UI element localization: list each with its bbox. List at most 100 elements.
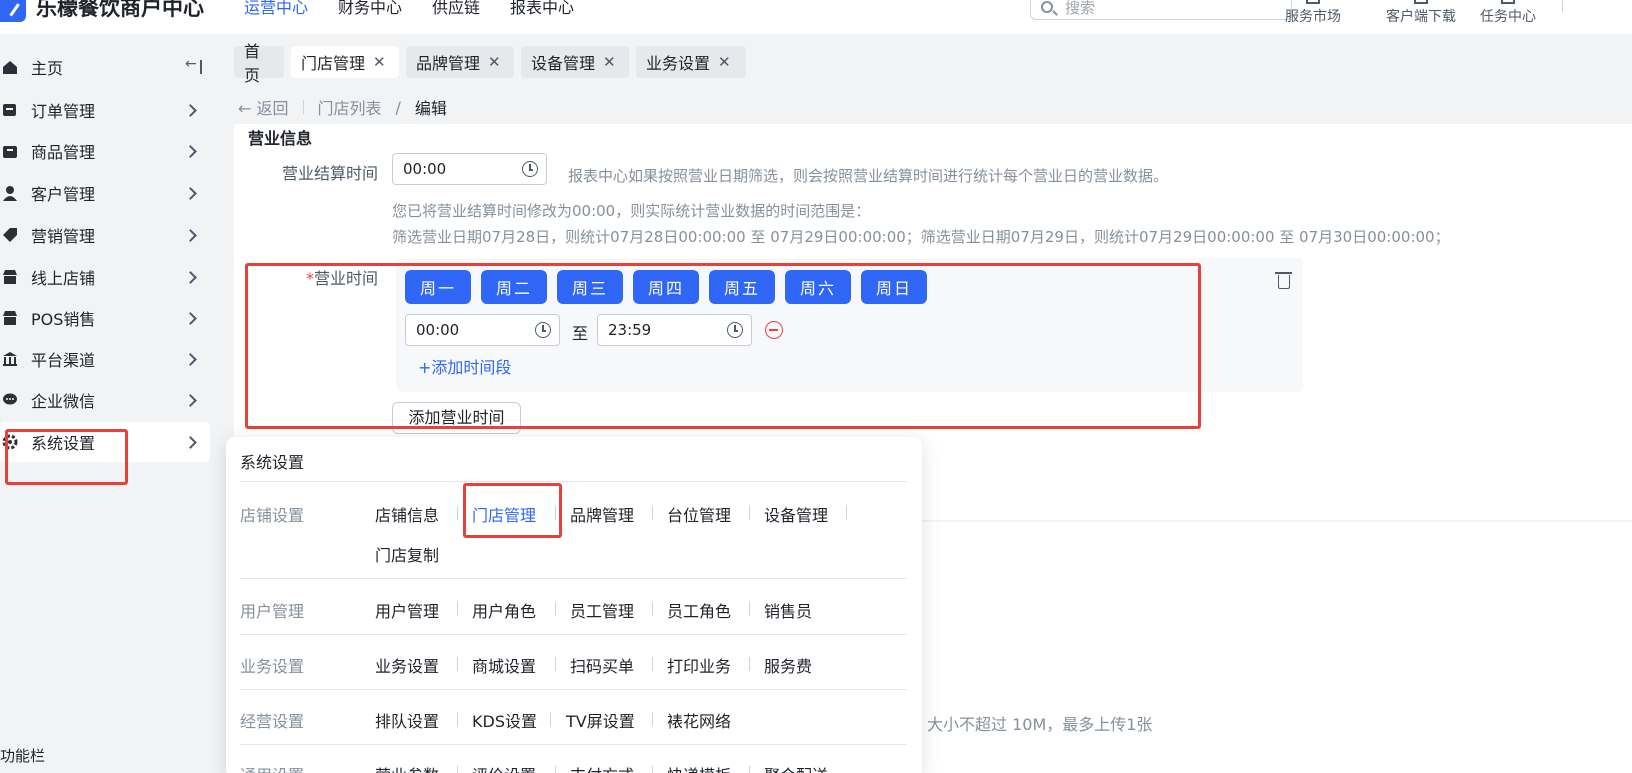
close-icon[interactable]: ✕	[373, 53, 386, 71]
client-download-link[interactable]: 客户端下载	[1386, 0, 1456, 26]
highlight-system-settings	[5, 429, 128, 485]
menu-separator	[555, 657, 556, 671]
menu-item-store-info[interactable]: 店铺信息	[375, 502, 439, 526]
menu-item-salesperson[interactable]: 销售员	[764, 598, 812, 622]
chevron-right-icon	[184, 186, 197, 200]
sidebar-item-pos[interactable]: POS销售	[0, 298, 210, 338]
collapse-sidebar-icon[interactable]	[185, 56, 202, 74]
tab-label: 业务设置	[646, 54, 711, 73]
menu-item-brand-management[interactable]: 品牌管理	[570, 502, 634, 526]
task-center-label: 任务中心	[1480, 9, 1536, 25]
sidebar-footer[interactable]: 功能栏	[0, 745, 45, 766]
service-market-link[interactable]: 服务市场	[1285, 0, 1341, 26]
store-icon	[1306, 0, 1320, 4]
breadcrumb-parent[interactable]: 门店列表	[318, 95, 382, 119]
menu-separator	[457, 766, 458, 773]
chat-icon	[3, 393, 17, 405]
tab-home[interactable]: 首页	[234, 42, 284, 85]
sidebar-item-online-store[interactable]: 线上店铺	[0, 257, 210, 297]
breadcrumb-current: 编辑	[414, 99, 447, 118]
user-icon	[3, 186, 17, 201]
menu-item-piping-network[interactable]: 裱花网络	[667, 708, 731, 732]
nav-finance[interactable]: 财务中心	[338, 0, 402, 18]
sidebar-item-wecom[interactable]: 企业微信	[0, 380, 210, 420]
sidebar-item-label: 企业微信	[31, 392, 96, 411]
service-market-label: 服务市场	[1285, 9, 1341, 25]
menu-item-staff-management[interactable]: 员工管理	[570, 598, 634, 622]
menu-item-print-business[interactable]: 打印业务	[667, 653, 731, 677]
download-icon	[1414, 0, 1428, 4]
sidebar-item-orders[interactable]: 订单管理	[0, 90, 210, 130]
sidebar-item-goods[interactable]: 商品管理	[0, 131, 210, 171]
menu-item-scan-pay[interactable]: 扫码买单	[570, 653, 634, 677]
menu-item-business-params[interactable]: 营业参数	[375, 762, 439, 773]
sidebar-item-marketing[interactable]: 营销管理	[0, 215, 210, 255]
chevron-right-icon	[184, 352, 197, 366]
menu-item-mall-settings[interactable]: 商城设置	[472, 653, 536, 677]
menu-separator	[749, 766, 750, 773]
settle-hint: 报表中心如果按照营业日期筛选，则会按照营业结算时间进行统计每个营业日的营业数据。	[568, 167, 1169, 185]
tab-business-settings[interactable]: 业务设置 ✕	[636, 46, 746, 78]
nav-supply-chain[interactable]: 供应链	[432, 0, 480, 18]
settle-time-input[interactable]: 00:00	[392, 153, 547, 185]
menu-item-express-template[interactable]: 快递模板	[667, 762, 731, 773]
popup-title: 系统设置	[240, 453, 305, 472]
search-placeholder: 搜索	[1065, 0, 1096, 17]
group-label-store: 店铺设置	[240, 506, 305, 525]
sidebar-item-customers[interactable]: 客户管理	[0, 173, 210, 213]
menu-item-kds-settings[interactable]: KDS设置	[472, 708, 537, 732]
close-icon[interactable]: ✕	[488, 53, 501, 71]
menu-item-business-settings[interactable]: 业务设置	[375, 653, 439, 677]
nav-reports[interactable]: 报表中心	[510, 0, 574, 18]
task-center-link[interactable]: 任务中心	[1480, 0, 1536, 26]
chevron-right-icon	[184, 311, 197, 325]
nav-operations[interactable]: 运营中心	[244, 0, 308, 18]
close-icon[interactable]: ✕	[718, 53, 731, 71]
search-input[interactable]: 搜索	[1030, 0, 1292, 20]
tab-device-management[interactable]: 设备管理 ✕	[521, 46, 629, 78]
menu-item-service-fee[interactable]: 服务费	[764, 653, 812, 677]
menu-item-payment-methods[interactable]: 支付方式	[570, 762, 634, 773]
menu-separator	[652, 766, 653, 773]
menu-separator	[652, 657, 653, 671]
clock-icon	[522, 161, 538, 177]
sidebar-item-label: 线上店铺	[31, 269, 96, 288]
menu-item-staff-roles[interactable]: 员工角色	[667, 598, 731, 622]
chevron-right-icon	[184, 103, 197, 117]
top-header: 乐檬餐饮商户中心 运营中心 财务中心 供应链 报表中心 搜索 服务市场 客户端下…	[0, 0, 1632, 34]
chevron-right-icon	[184, 393, 197, 407]
chevron-right-icon	[184, 228, 197, 242]
menu-separator	[550, 712, 551, 726]
sidebar-item-platform[interactable]: 平台渠道	[0, 339, 210, 379]
highlight-business-hours	[245, 263, 1201, 429]
settle-time-value: 00:00	[403, 160, 447, 178]
popup-divider	[240, 578, 907, 579]
back-label: 返回	[256, 99, 289, 118]
tab-brand-management[interactable]: 品牌管理 ✕	[406, 46, 514, 78]
menu-item-user-management[interactable]: 用户管理	[375, 598, 439, 622]
client-download-label: 客户端下载	[1386, 9, 1456, 25]
close-icon[interactable]: ✕	[603, 53, 616, 71]
menu-item-device-management[interactable]: 设备管理	[764, 502, 828, 526]
menu-separator	[846, 506, 847, 520]
menu-item-store-copy[interactable]: 门店复制	[375, 542, 439, 566]
menu-item-queue-settings[interactable]: 排队设置	[375, 708, 439, 732]
settle-time-label: 营业结算时间	[282, 164, 379, 183]
back-button[interactable]: ← 返回	[238, 95, 289, 119]
arrow-left-icon: ←	[238, 99, 252, 118]
menu-item-table-management[interactable]: 台位管理	[667, 502, 731, 526]
sidebar-item-home[interactable]: 主页	[0, 47, 210, 87]
menu-item-review-settings[interactable]: 评价设置	[472, 762, 536, 773]
menu-item-tv-settings[interactable]: TV屏设置	[566, 708, 635, 732]
menu-separator	[555, 602, 556, 616]
menu-item-aggregate-delivery[interactable]: 聚合配送	[764, 762, 828, 773]
settle-note-2: 筛选营业日期07月28日，则统计07月28日00:00:00 至 07月29日0…	[392, 228, 1450, 246]
menu-item-user-roles[interactable]: 用户角色	[472, 598, 536, 622]
upload-hint: 大小不超过 10M，最多上传1张	[927, 715, 1153, 734]
sidebar-item-label: 商品管理	[31, 143, 96, 162]
sidebar-item-label: 客户管理	[31, 185, 96, 204]
sidebar-item-label: 平台渠道	[31, 351, 96, 370]
tab-store-management[interactable]: 门店管理 ✕	[291, 46, 399, 78]
header-divider	[1562, 0, 1563, 12]
trash-icon[interactable]	[1275, 272, 1292, 289]
